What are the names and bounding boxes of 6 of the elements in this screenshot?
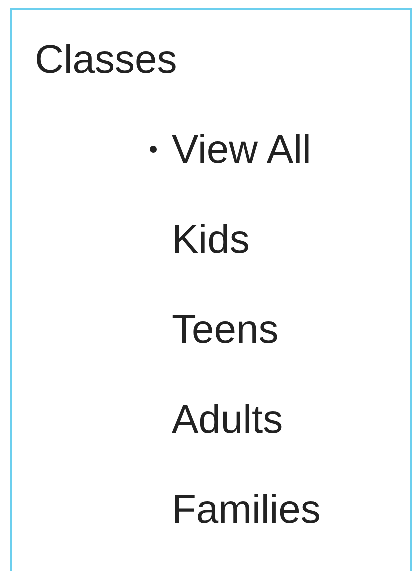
menu-heading: Classes <box>34 37 178 84</box>
menu-link[interactable]: Kids <box>172 195 250 285</box>
menu-link[interactable]: Teens <box>172 285 279 375</box>
menu-link[interactable]: Families <box>172 465 321 555</box>
menu-link[interactable]: Adults <box>172 375 284 465</box>
menu-link[interactable]: View All <box>172 105 312 195</box>
